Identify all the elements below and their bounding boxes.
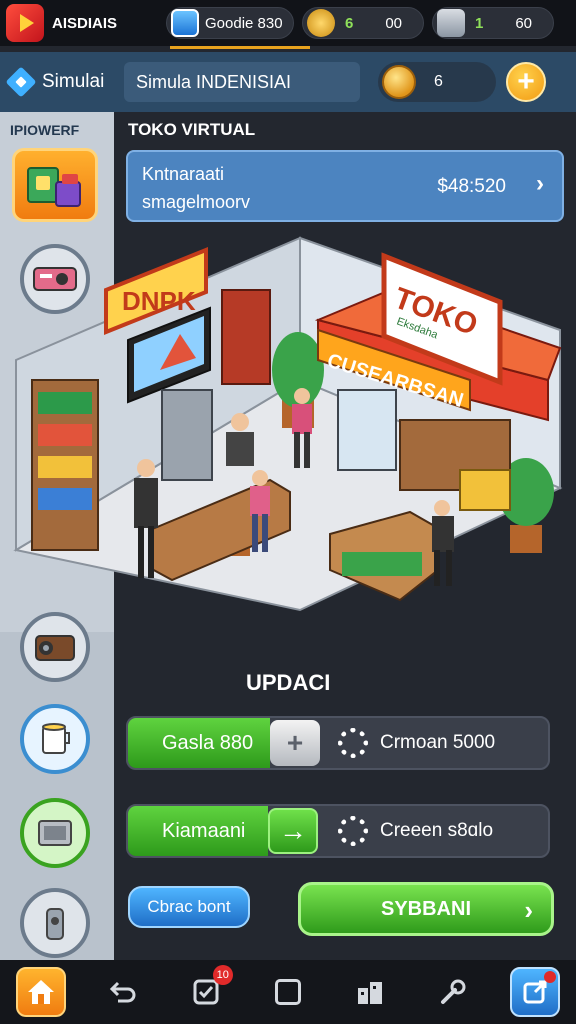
sidebar-item-camera[interactable] — [20, 612, 90, 682]
robot-icon — [437, 9, 465, 37]
coin-counter[interactable]: 6 — [378, 62, 496, 102]
resource-3-value: 60 — [515, 14, 533, 32]
game-screen: AISDIAIS Goodie 830 6 00 1 60 Simulai Si… — [0, 0, 576, 1024]
sidebar-item-tool[interactable] — [20, 888, 90, 958]
shopping-box-icon — [27, 167, 81, 207]
coin-icon — [382, 65, 416, 99]
shop-price: $48:520 — [437, 176, 506, 197]
counter-panel — [342, 552, 422, 576]
upgrade-row-1-label: Gasla 880 — [162, 731, 254, 754]
upgrade-row-1: Gasla 880 + Crmoan 5000 — [126, 716, 550, 770]
sign-left-text: DNPK — [122, 286, 196, 316]
info-line-1: Kntnaraati — [142, 164, 225, 184]
app-name: AISDIAIS — [52, 14, 118, 32]
primary-action-button[interactable]: SYBBANI › — [298, 882, 554, 936]
chevron-right-icon[interactable]: › — [536, 170, 544, 198]
gear-icon — [338, 728, 368, 758]
shop-scene: DNPK CUSEARBSAN TOKO Eksdaha — [13, 236, 563, 612]
header-bar: Simulai Simula INDENISIAI 6 + — [0, 52, 576, 112]
resource-2-value: 00 — [385, 14, 403, 32]
cup-icon — [42, 723, 70, 754]
nav-overview[interactable] — [263, 967, 313, 1017]
bottom-nav: 10 — [0, 960, 576, 1024]
resource-pill-3[interactable]: 1 60 — [432, 7, 554, 39]
sidebar-title: IPIOWERF — [10, 122, 80, 138]
arrow-upgrade-button[interactable]: → — [268, 808, 318, 854]
sidebar-item-machine[interactable] — [20, 798, 90, 868]
nav-share[interactable] — [509, 967, 560, 1017]
nav-tools[interactable] — [428, 967, 478, 1017]
buildings-icon — [358, 982, 383, 1004]
nav-home[interactable] — [16, 967, 67, 1017]
share-badge-icon — [543, 971, 556, 983]
product-shelf — [31, 379, 99, 551]
gear-icon — [338, 816, 368, 846]
nav-town[interactable] — [345, 967, 395, 1017]
resource-2-bonus: 6 — [345, 14, 354, 32]
upgrade-row-2: Kiamaani → Creeen s8ɑlo — [126, 804, 550, 858]
nav-back[interactable] — [98, 967, 148, 1017]
machine-icon — [38, 820, 72, 846]
gold-coins-icon — [307, 9, 335, 37]
resource-pill-1[interactable]: Goodie 830 — [166, 7, 294, 39]
sidebar-item-shop[interactable] — [12, 148, 98, 222]
upgrade-row-1-cost: Crmoan 5000 — [380, 732, 496, 753]
shop-title: TOKO VIRTUAL — [128, 120, 256, 139]
upgrade-row-2-label-box: Kiamaani — [128, 806, 268, 856]
add-coins-button[interactable]: + — [506, 62, 546, 102]
play-logo-icon[interactable] — [6, 4, 44, 42]
active-tab-indicator — [170, 46, 310, 49]
share-icon — [523, 980, 547, 1004]
resource-pill-2[interactable]: 6 00 — [302, 7, 424, 39]
home-icon — [28, 980, 55, 1004]
upgrade-row-2-cost: Creeen s8ɑlo — [380, 820, 494, 841]
diamond-icon[interactable] — [5, 66, 37, 98]
sidebar-item-cup[interactable] — [20, 704, 90, 774]
simulation-name-text: Simula INDENISIAI — [136, 71, 292, 92]
resource-1-value: Goodie 830 — [205, 14, 283, 32]
add-upgrade-button[interactable]: + — [270, 720, 320, 766]
gem-box-icon — [171, 9, 199, 37]
header-label: Simulai — [42, 71, 105, 92]
primary-action-label: SYBBANI — [380, 897, 471, 920]
chevron-right-icon: › — [524, 895, 533, 925]
notification-badge: 10 — [212, 965, 233, 985]
resource-3-bonus: 1 — [475, 14, 484, 32]
camera-icon — [35, 635, 75, 661]
simulation-name-field[interactable]: Simula INDENISIAI — [124, 62, 360, 102]
info-line-2: smagelmoorv — [142, 192, 251, 212]
fridge — [161, 389, 213, 481]
shop-info-card[interactable]: Kntnaraati smagelmoorv $48:520 › — [126, 150, 564, 222]
top-status-bar: AISDIAIS Goodie 830 6 00 1 60 — [0, 0, 576, 46]
secondary-action-button[interactable]: Cbrac bont — [128, 886, 250, 928]
upgrade-row-2-label: Kiamaani — [162, 819, 246, 842]
back-arrow-icon — [110, 981, 136, 1003]
poster — [221, 289, 271, 385]
square-icon — [274, 979, 301, 1005]
upgrade-row-1-label-box: Gasla 880 — [128, 718, 270, 768]
nav-tasks[interactable]: 10 — [181, 965, 233, 1017]
wrench-icon — [440, 979, 466, 1004]
tool-icon — [46, 908, 64, 940]
coin-count: 6 — [434, 73, 443, 90]
upgrade-title: UPDACI — [246, 670, 331, 695]
